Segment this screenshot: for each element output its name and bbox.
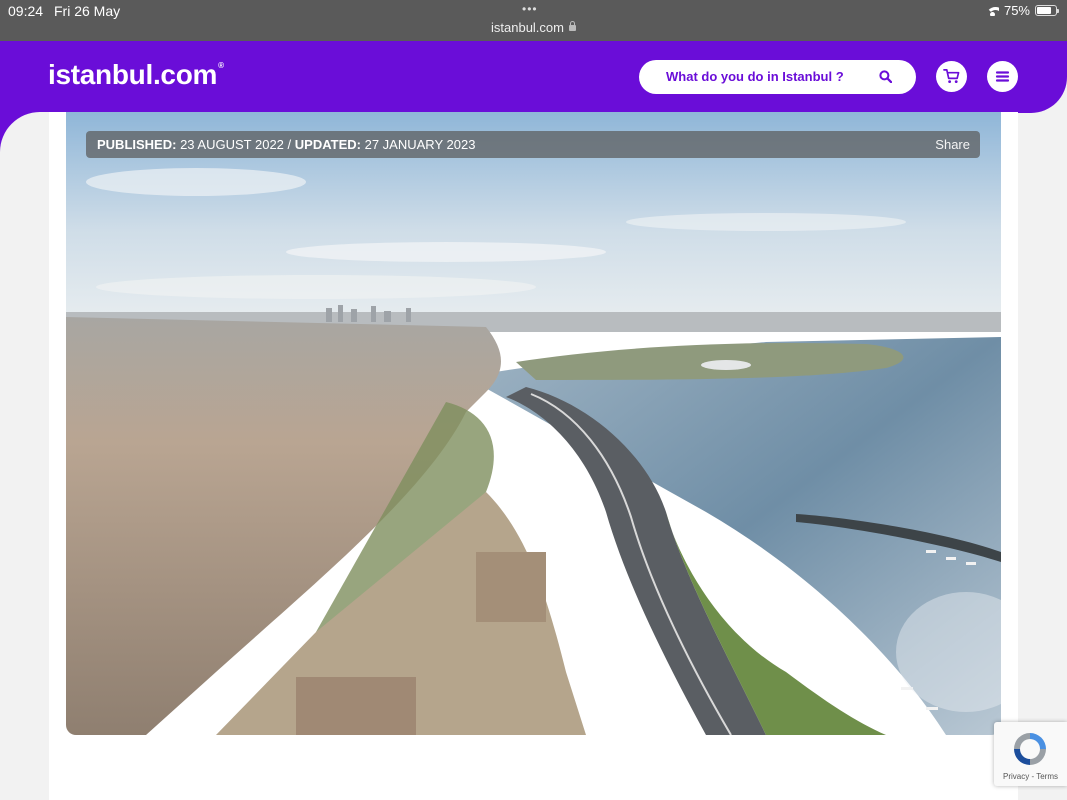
updated-date: 27 JANUARY 2023	[364, 137, 476, 152]
status-date: Fri 26 May	[54, 3, 121, 19]
logo-text[interactable]: istanbul.com	[48, 59, 217, 90]
share-button[interactable]: Share	[935, 137, 970, 152]
site-header: istanbul.com® What do you do in Istanbul…	[0, 41, 1067, 113]
address-bar[interactable]: istanbul.com	[0, 20, 1067, 35]
battery-icon	[1035, 5, 1059, 16]
search-input[interactable]: What do you do in Istanbul ?	[666, 69, 844, 84]
updated-label: UPDATED:	[294, 137, 361, 152]
battery-fill	[1037, 7, 1051, 14]
site-logo[interactable]: istanbul.com®	[48, 59, 224, 91]
status-bar: 09:24 Fri 26 May ••• istanbul.com 75%	[0, 0, 1067, 41]
search-bar[interactable]: What do you do in Istanbul ?	[639, 60, 916, 94]
tab-dots-icon[interactable]: •••	[522, 2, 538, 16]
cart-button[interactable]	[936, 61, 967, 92]
article-dates: PUBLISHED: 23 AUGUST 2022 / UPDATED: 27 …	[97, 137, 475, 152]
status-time: 09:24	[8, 3, 44, 19]
recaptcha-links[interactable]: Privacy - Terms	[994, 772, 1067, 781]
logo-registered-mark: ®	[218, 61, 224, 70]
aerial-city-coastline-image	[66, 112, 1001, 735]
published-label: PUBLISHED:	[97, 137, 177, 152]
date-separator: /	[287, 137, 292, 152]
recaptcha-badge[interactable]: Privacy - Terms	[994, 722, 1067, 786]
recaptcha-icon	[1014, 733, 1046, 765]
url-text[interactable]: istanbul.com	[491, 20, 564, 35]
menu-button[interactable]	[987, 61, 1018, 92]
wifi-icon	[985, 6, 999, 16]
hero-image	[66, 112, 1001, 735]
cart-icon	[943, 69, 960, 84]
status-indicators: 75%	[985, 3, 1059, 18]
search-icon[interactable]	[879, 70, 892, 83]
lock-icon	[568, 21, 576, 31]
article-meta-bar: PUBLISHED: 23 AUGUST 2022 / UPDATED: 27 …	[86, 131, 980, 158]
hamburger-menu-icon	[995, 71, 1010, 82]
published-date: 23 AUGUST 2022	[180, 137, 284, 152]
battery-percent: 75%	[1003, 3, 1030, 18]
header-curve-decoration	[0, 112, 50, 152]
